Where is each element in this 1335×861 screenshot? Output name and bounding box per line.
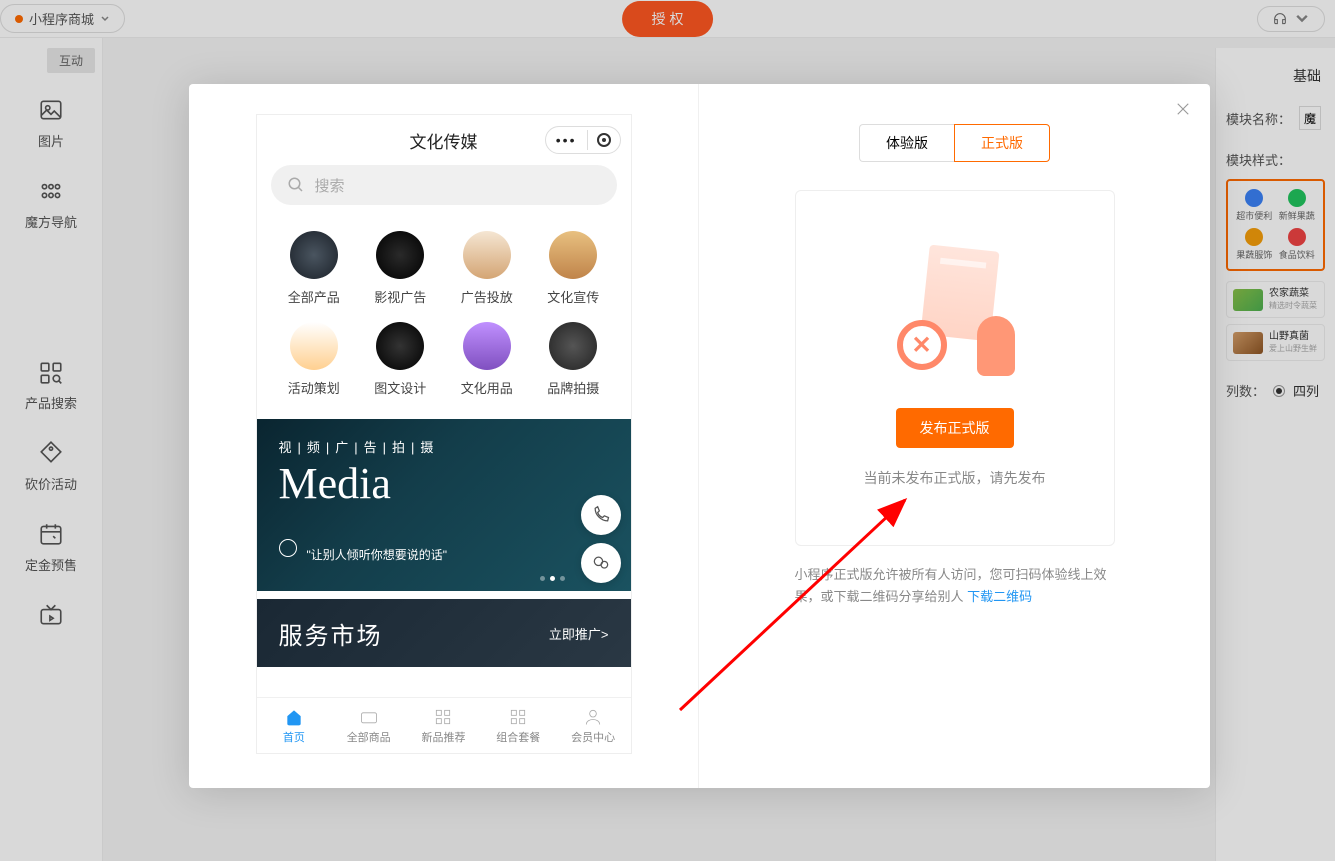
- close-icon: [1174, 100, 1192, 118]
- close-target-icon[interactable]: [587, 130, 620, 150]
- user-icon: [583, 707, 603, 727]
- publish-release-button[interactable]: 发布正式版: [896, 408, 1014, 448]
- home-icon: [284, 707, 304, 727]
- category-item[interactable]: 影视广告: [357, 231, 444, 306]
- film-icon: [279, 539, 297, 557]
- banner[interactable]: 视|频|广|告|拍|摄 Media "让别人倾听你想要说的话": [257, 419, 631, 591]
- category-item[interactable]: 品牌拍摄: [530, 322, 617, 397]
- search-input[interactable]: 搜索: [271, 165, 617, 205]
- version-tabs: 体验版 正式版: [859, 124, 1050, 162]
- tab-release[interactable]: 正式版: [954, 124, 1050, 162]
- wechat-icon: [591, 553, 611, 573]
- publish-description: 小程序正式版允许被所有人访问，您可扫码体验线上效果，或下载二维码分享给别人 下载…: [795, 564, 1115, 608]
- service-bar[interactable]: 服务市场 立即推广>: [257, 599, 631, 667]
- publish-box: 发布正式版 当前未发布正式版，请先发布: [795, 190, 1115, 546]
- publish-status-text: 当前未发布正式版，请先发布: [864, 468, 1046, 488]
- service-title: 服务市场: [279, 616, 383, 651]
- float-phone-button[interactable]: [581, 495, 621, 535]
- category-icon: [463, 231, 511, 279]
- tab-combo[interactable]: 组合套餐: [481, 698, 556, 753]
- category-item[interactable]: 图文设计: [357, 322, 444, 397]
- download-qr-link[interactable]: 下载二维码: [967, 589, 1032, 604]
- phone-title-bar: 文化传媒 •••: [257, 115, 631, 165]
- banner-subtitle: "让别人倾听你想要说的话": [307, 546, 448, 563]
- grid-icon: [433, 707, 453, 727]
- phone-preview-pane: 文化传媒 ••• 搜索 全部产品 影视广告 广告投放 文化宣传 活动策划 图文设…: [189, 84, 699, 788]
- tab-new[interactable]: 新品推荐: [406, 698, 481, 753]
- category-item[interactable]: 文化宣传: [530, 231, 617, 306]
- package-icon: [508, 707, 528, 727]
- category-icon: [290, 231, 338, 279]
- mini-program-capsule[interactable]: •••: [545, 126, 621, 154]
- phone-icon: [591, 505, 611, 525]
- modal-close-button[interactable]: [1174, 100, 1192, 123]
- float-wechat-button[interactable]: [581, 543, 621, 583]
- service-more-link[interactable]: 立即推广>: [549, 624, 609, 643]
- category-item[interactable]: 活动策划: [271, 322, 358, 397]
- category-icon: [290, 322, 338, 370]
- phone-title: 文化传媒: [410, 128, 478, 153]
- category-item[interactable]: 文化用品: [444, 322, 531, 397]
- banner-title: Media: [279, 458, 609, 509]
- carousel-indicator: [540, 576, 565, 581]
- tabbar: 首页 全部商品 新品推荐 组合套餐 会员中心: [257, 697, 631, 753]
- category-icon: [549, 231, 597, 279]
- phone-frame: 文化传媒 ••• 搜索 全部产品 影视广告 广告投放 文化宣传 活动策划 图文设…: [256, 114, 632, 754]
- tab-all[interactable]: 全部商品: [331, 698, 406, 753]
- category-item[interactable]: 全部产品: [271, 231, 358, 306]
- wallet-icon: [359, 707, 379, 727]
- more-dots-icon[interactable]: •••: [546, 127, 587, 153]
- publish-pane: 体验版 正式版 发布正式版 当前未发布正式版，请先发布 小程序正式版允许被所有人…: [699, 84, 1210, 788]
- search-icon: [287, 176, 305, 194]
- tab-trial[interactable]: 体验版: [859, 124, 954, 162]
- search-wrap: 搜索: [257, 165, 631, 217]
- publish-modal: 文化传媒 ••• 搜索 全部产品 影视广告 广告投放 文化宣传 活动策划 图文设…: [189, 84, 1210, 788]
- banner-tag: 视|频|广|告|拍|摄: [279, 437, 609, 456]
- tab-member[interactable]: 会员中心: [556, 698, 631, 753]
- category-icon: [376, 231, 424, 279]
- category-grid: 全部产品 影视广告 广告投放 文化宣传 活动策划 图文设计 文化用品 品牌拍摄: [257, 217, 631, 411]
- category-icon: [549, 322, 597, 370]
- category-icon: [376, 322, 424, 370]
- category-item[interactable]: 广告投放: [444, 231, 531, 306]
- search-placeholder: 搜索: [315, 175, 345, 196]
- empty-illustration: [865, 248, 1045, 388]
- category-icon: [463, 322, 511, 370]
- tab-home[interactable]: 首页: [257, 698, 332, 753]
